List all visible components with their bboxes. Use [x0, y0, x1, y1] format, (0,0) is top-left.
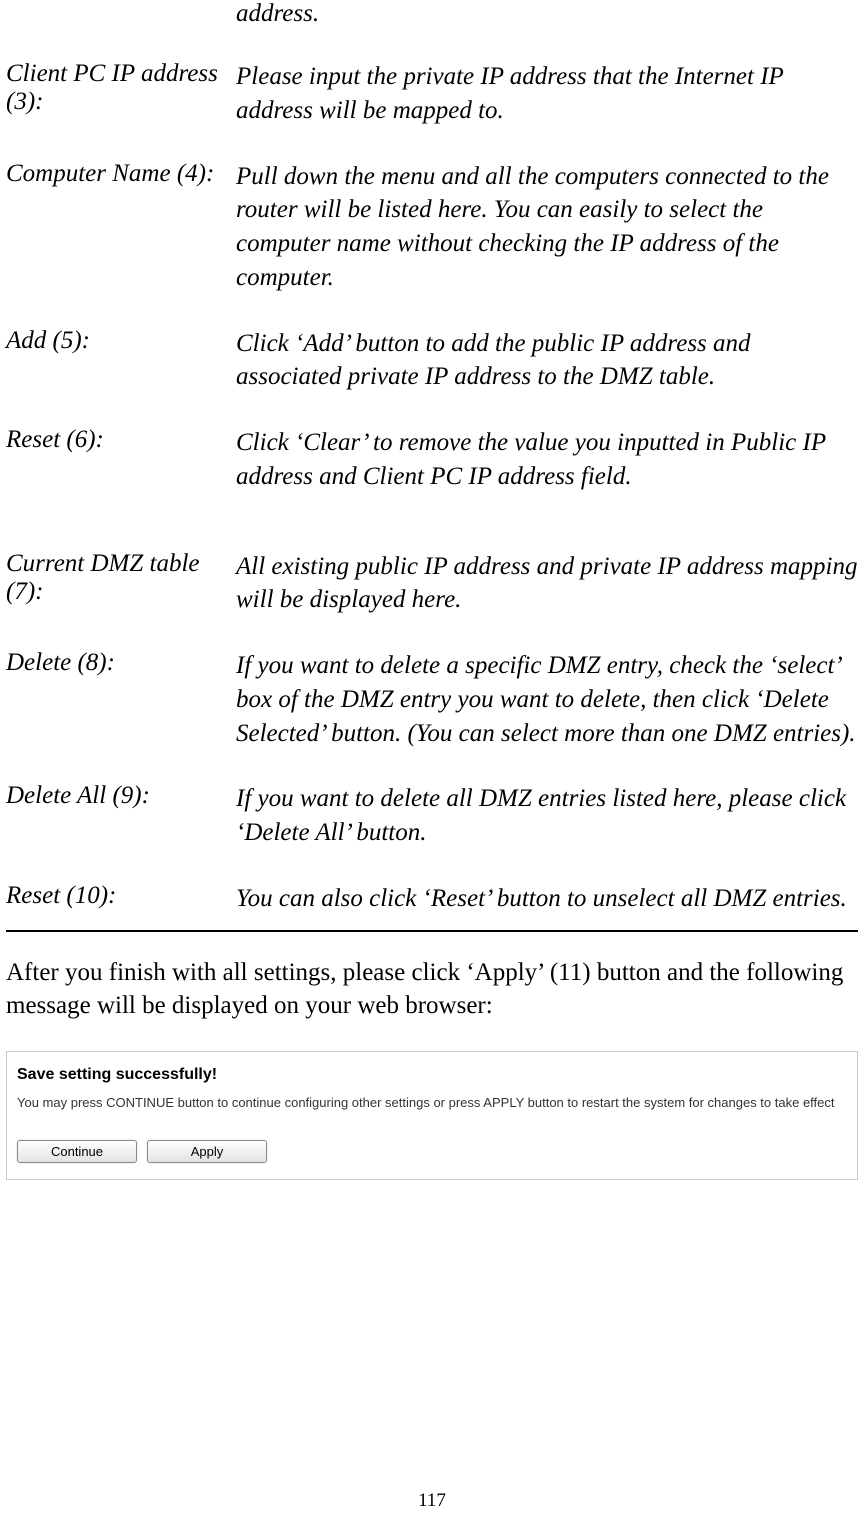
definition-term: Delete (8):	[6, 649, 236, 750]
definition-description: If you want to delete a specific DMZ ent…	[236, 649, 858, 750]
definition-term: Add (5):	[6, 327, 236, 395]
save-description: You may press CONTINUE button to continu…	[17, 1094, 847, 1112]
definition-row: Computer Name (4):Pull down the menu and…	[6, 160, 858, 295]
page-number: 117	[0, 1490, 864, 1512]
button-row: Continue Apply	[17, 1140, 847, 1163]
definition-description: Please input the private IP address that…	[236, 60, 858, 128]
definition-description: You can also click ‘Reset’ button to uns…	[236, 882, 858, 916]
definition-row: Reset (6):Click ‘Clear’ to remove the va…	[6, 426, 858, 494]
top-fragment-text: address.	[236, 0, 858, 28]
definition-description: If you want to delete all DMZ entries li…	[236, 782, 858, 850]
after-settings-text: After you finish with all settings, plea…	[0, 956, 864, 1024]
save-confirmation-box: Save setting successfully! You may press…	[6, 1051, 858, 1180]
definition-term: Reset (10):	[6, 882, 236, 916]
save-title: Save setting successfully!	[17, 1066, 847, 1084]
definition-term: Client PC IP address (3):	[6, 60, 236, 128]
definition-row: Client PC IP address (3):Please input th…	[6, 60, 858, 128]
definition-term: Current DMZ table (7):	[6, 550, 236, 618]
definition-table: Client PC IP address (3):Please input th…	[6, 60, 858, 932]
definition-description: All existing public IP address and priva…	[236, 550, 858, 618]
definition-description: Pull down the menu and all the computers…	[236, 160, 858, 295]
definition-term: Delete All (9):	[6, 782, 236, 850]
definition-term: Computer Name (4):	[6, 160, 236, 295]
continue-button[interactable]: Continue	[17, 1140, 137, 1163]
definition-row: Reset (10):You can also click ‘Reset’ bu…	[6, 882, 858, 916]
definition-description: Click ‘Clear’ to remove the value you in…	[236, 426, 858, 494]
definition-term: Reset (6):	[6, 426, 236, 494]
definition-row: Current DMZ table (7):All existing publi…	[6, 550, 858, 618]
apply-button[interactable]: Apply	[147, 1140, 267, 1163]
definition-description: Click ‘Add’ button to add the public IP …	[236, 327, 858, 395]
definition-row: Delete All (9):If you want to delete all…	[6, 782, 858, 850]
definition-row: Delete (8):If you want to delete a speci…	[6, 649, 858, 750]
definition-row: Add (5):Click ‘Add’ button to add the pu…	[6, 327, 858, 395]
